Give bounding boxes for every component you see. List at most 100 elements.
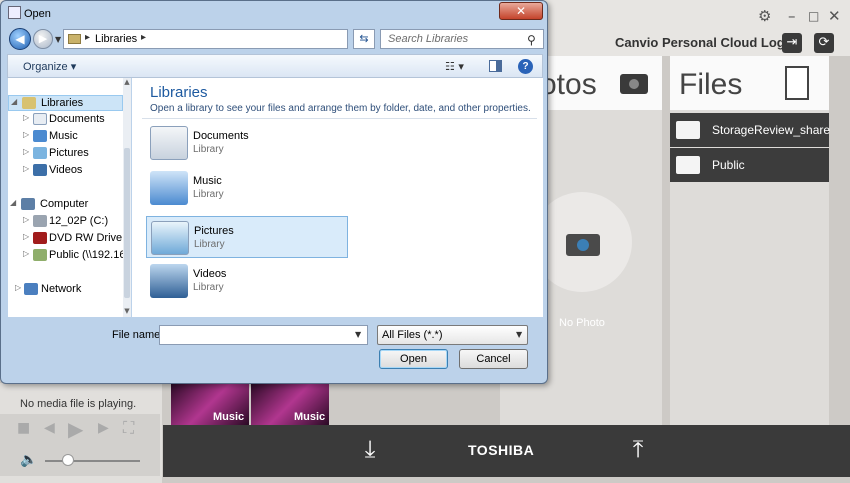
scroll-thumb[interactable] <box>124 148 130 298</box>
file-type-select[interactable]: All Files (*.*) ▼ <box>377 325 528 345</box>
nav-scrollbar[interactable]: ▲ ▼ <box>123 78 131 317</box>
expand-icon[interactable]: ▷ <box>15 283 21 292</box>
library-type: Library <box>193 282 224 293</box>
nav-item-drive-c[interactable]: ▷ 12_02P (C:) <box>8 214 123 230</box>
navigation-pane: ◢ Libraries ▷ Documents ▷ Music ▷ Pictur… <box>8 78 131 317</box>
close-icon[interactable]: ✕ <box>828 8 841 24</box>
nav-item-network[interactable]: ▷ Network <box>8 282 123 298</box>
volume-icon[interactable]: 🔈 <box>20 452 37 468</box>
nav-label: Videos <box>49 164 83 176</box>
login-label[interactable]: Canvio Personal Cloud Login <box>615 35 796 50</box>
organize-button[interactable]: Organize ▾ <box>23 60 76 73</box>
breadcrumb-libraries[interactable]: Libraries <box>95 33 137 45</box>
scroll-up-icon[interactable]: ▲ <box>123 78 131 86</box>
nav-label: Libraries <box>41 97 84 109</box>
file-name-combo[interactable]: ▼ <box>159 325 368 345</box>
computer-icon <box>21 198 35 210</box>
expand-icon[interactable]: ▷ <box>23 113 29 122</box>
network-icon <box>24 283 38 295</box>
content-description: Open a library to see your files and arr… <box>150 103 531 114</box>
refresh-button[interactable]: ⇆ <box>353 29 375 49</box>
documents-icon <box>33 113 47 125</box>
nav-item-public-share[interactable]: ▷ Public (\\192.168 <box>8 248 123 264</box>
back-button[interactable]: ◀ <box>9 28 31 50</box>
play-icon[interactable]: ▶ <box>68 417 83 441</box>
expand-icon[interactable]: ▷ <box>23 130 29 139</box>
open-button[interactable]: Open <box>379 349 448 369</box>
app-icon <box>8 6 21 19</box>
expand-icon[interactable]: ▷ <box>23 164 29 173</box>
stop-icon[interactable]: ■ <box>17 420 30 436</box>
library-item-pictures[interactable]: Pictures Library <box>146 216 348 258</box>
expand-icon[interactable]: ▷ <box>23 215 29 224</box>
nav-item-dvd-drive[interactable]: ▷ DVD RW Drive (D <box>8 231 123 247</box>
address-bar[interactable]: ▸ Libraries ▸ ▼ <box>63 29 398 49</box>
minimize-icon[interactable]: – <box>788 8 796 24</box>
cancel-button[interactable]: Cancel <box>459 349 528 369</box>
upload-icon[interactable]: ⤒ <box>625 435 651 463</box>
files-title: Files <box>679 68 743 101</box>
camera-icon <box>566 234 600 256</box>
nav-item-videos[interactable]: ▷ Videos <box>8 163 123 179</box>
search-icon[interactable]: ⚲ <box>527 33 536 47</box>
nav-label: Documents <box>49 113 105 125</box>
logout-icon[interactable]: ⇥ <box>782 33 802 53</box>
forward-button[interactable]: ▶ <box>33 29 53 49</box>
library-name: Videos <box>193 268 227 280</box>
file-name-input[interactable] <box>162 328 347 342</box>
nav-item-pictures[interactable]: ▷ Pictures <box>8 146 123 162</box>
library-type: Library <box>193 144 224 155</box>
library-item-videos[interactable]: Videos Library <box>146 260 348 302</box>
nav-item-libraries[interactable]: ◢ Libraries <box>8 95 123 111</box>
gear-icon[interactable]: ⚙ <box>758 8 771 24</box>
library-item-music[interactable]: Music Library <box>146 167 348 209</box>
scroll-down-icon[interactable]: ▼ <box>123 307 131 315</box>
expand-icon[interactable]: ▷ <box>23 147 29 156</box>
expand-icon[interactable]: ▷ <box>23 249 29 258</box>
photos-title: otos <box>540 68 597 101</box>
thumbnail-label: Music <box>294 411 326 423</box>
breadcrumb-chevron-icon[interactable]: ▸ <box>85 32 90 43</box>
library-item-documents[interactable]: Documents Library <box>146 122 348 164</box>
content-pane: Libraries Open a library to see your fil… <box>132 78 543 317</box>
navigation-bar: ◀ ▶ ▼ ▸ Libraries ▸ ▼ ⇆ ⚲ <box>6 26 544 52</box>
expand-icon[interactable]: ◢ <box>10 198 16 207</box>
search-box[interactable]: ⚲ <box>380 29 544 49</box>
open-dialog: Open ✕ ◀ ▶ ▼ ▸ Libraries ▸ ▼ ⇆ ⚲ Organiz… <box>0 0 548 384</box>
thumbnail-label: Music <box>213 411 245 423</box>
sync-icon[interactable]: ⟳ <box>814 33 834 53</box>
folder-row[interactable]: Public <box>670 148 829 182</box>
breadcrumb-chevron-icon[interactable]: ▸ <box>141 32 146 43</box>
recent-pages-chevron-icon[interactable]: ▼ <box>55 35 61 44</box>
help-icon[interactable]: ? <box>518 59 533 74</box>
folder-label: StorageReview_share <box>712 123 831 137</box>
previous-icon[interactable]: ◀ <box>44 420 55 436</box>
change-view-icon[interactable]: ☷ ▾ <box>445 60 464 73</box>
nav-item-documents[interactable]: ▷ Documents <box>8 112 123 128</box>
file-name-label: File name: <box>112 329 164 341</box>
nav-item-computer[interactable]: ◢ Computer <box>8 197 123 213</box>
file-type-dropdown-icon[interactable]: ▼ <box>516 330 522 339</box>
search-input[interactable] <box>384 32 522 46</box>
folder-row[interactable]: StorageReview_share <box>670 113 831 147</box>
fullscreen-icon[interactable]: ⛶ <box>123 418 134 438</box>
expand-icon[interactable]: ◢ <box>11 97 17 106</box>
folder-label: Public <box>712 158 745 172</box>
expand-icon[interactable]: ▷ <box>23 232 29 241</box>
next-icon[interactable]: ▶ <box>98 420 109 436</box>
music-icon <box>33 130 47 142</box>
nav-item-music[interactable]: ▷ Music <box>8 129 123 145</box>
file-name-dropdown-icon[interactable]: ▼ <box>355 330 361 339</box>
dialog-titlebar[interactable]: Open ✕ <box>1 1 547 25</box>
maximize-icon[interactable]: □ <box>808 8 819 24</box>
command-bar: Organize ▾ ☷ ▾ ? <box>7 54 543 78</box>
volume-knob[interactable] <box>62 454 74 466</box>
download-icon[interactable]: ⤓ <box>357 435 383 463</box>
close-button[interactable]: ✕ <box>499 2 543 20</box>
preview-pane-icon[interactable] <box>489 60 502 72</box>
nav-label: Public (\\192.168 <box>49 249 123 261</box>
libraries-icon <box>22 97 36 109</box>
volume-slider[interactable] <box>45 460 140 462</box>
nav-label: Computer <box>40 198 89 210</box>
pictures-library-icon <box>151 221 189 255</box>
